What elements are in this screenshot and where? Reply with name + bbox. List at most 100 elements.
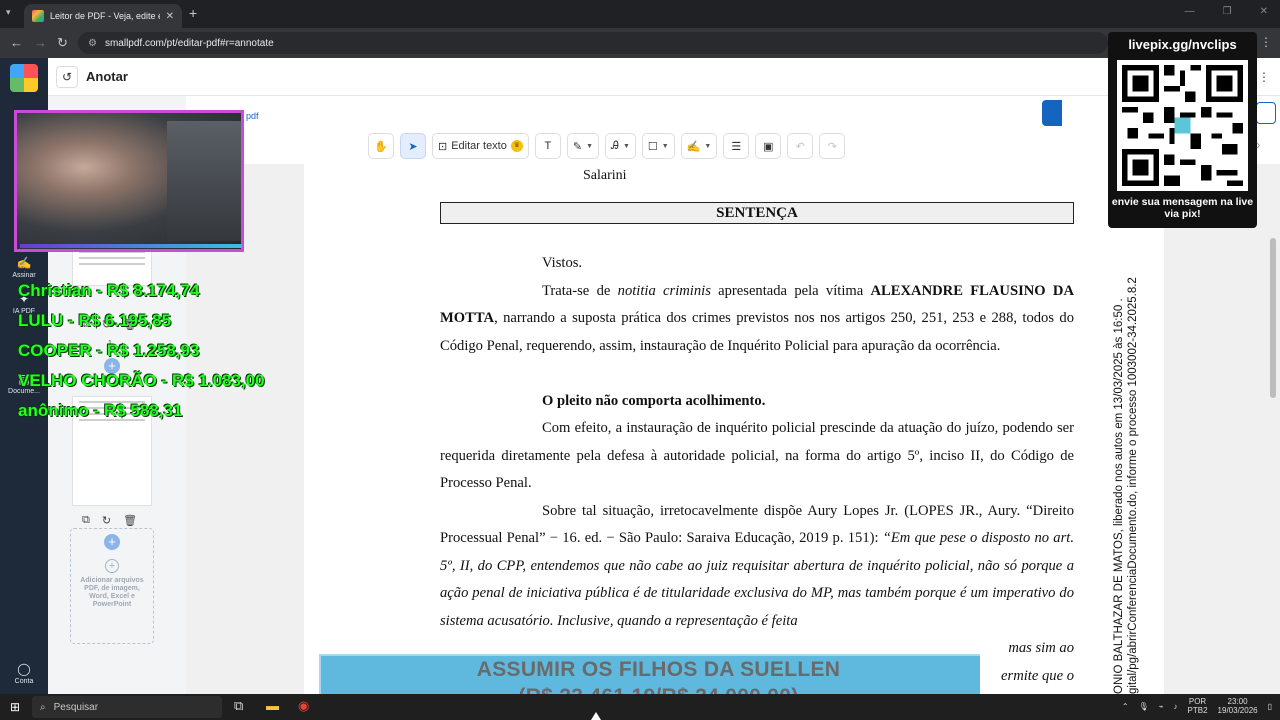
minimize-icon[interactable]: — (1185, 6, 1195, 17)
highlight-tool-button[interactable]: Ꭿ ▼ (605, 133, 636, 159)
tab-search-icon[interactable]: ▾ (6, 7, 11, 18)
search-icon: ⌕ (40, 701, 46, 713)
browser-tabstrip: ▾ Leitor de PDF - Veja, edite e co ✕ + —… (0, 0, 1280, 28)
dropzone-text: Adicionar arquivos PDF, de imagem, Word,… (80, 577, 144, 608)
webcam-monitor (167, 121, 241, 241)
back-icon[interactable]: ← (10, 35, 23, 50)
notification-icon[interactable]: ▯ (1268, 702, 1272, 711)
mic-icon[interactable]: 🎙 (1139, 702, 1149, 711)
tray-chevron-icon[interactable]: ⌃ (1122, 702, 1129, 711)
doc-heading: SENTENÇA (440, 202, 1074, 224)
browser-tab[interactable]: Leitor de PDF - Veja, edite e co ✕ (24, 4, 182, 28)
text-t-icon: T (544, 140, 552, 152)
fill-form-button[interactable]: ☰ (723, 133, 750, 159)
signature-icon: ✍ (16, 256, 32, 270)
network-icon[interactable]: ⌁ (1159, 702, 1164, 711)
windows-start-icon[interactable]: ⊞ (10, 700, 20, 714)
rail-item-account[interactable]: ◯ Conta (0, 662, 48, 685)
smallpdf-logo-icon[interactable] (10, 64, 38, 92)
court-stamp: ONIO BALTHAZAR DE MATOS, liberado nos au… (1112, 240, 1168, 694)
webcam-accent-bar (20, 244, 242, 248)
chevron-down-icon: ▼ (586, 142, 594, 150)
system-tray: ⌃ 🎙 ⌁ ♪ POR PTB2 23:00 19/03/2026 ▯ (1122, 697, 1272, 715)
square-icon: ☐ (647, 140, 658, 153)
donor-item: VELHO CHORÃO - R$ 1.083,00 (18, 371, 265, 390)
crown-icon: ♛ (510, 140, 523, 152)
qr-header: livepix.gg/nvclips (1128, 37, 1237, 52)
shape-tool-button[interactable]: ☐ ▼ (641, 133, 675, 159)
hand-icon: ✋ (374, 140, 388, 153)
share-button[interactable] (1256, 102, 1276, 124)
select-tool-button[interactable]: ➤ (400, 133, 426, 159)
duplicate-icon[interactable]: ⧉ (82, 514, 90, 527)
stamp-line-1: ONIO BALTHAZAR DE MATOS, liberado nos au… (1113, 298, 1125, 694)
hand-tool-button[interactable]: ✋ (368, 133, 394, 159)
pen-icon: ✎ (572, 140, 583, 153)
pen-tool-button[interactable]: ✎ ▼ (566, 133, 600, 159)
stamp-line-2: gital/pg/abrirConferenciaDocumento.do, i… (1127, 277, 1139, 694)
doc-text-salarini: Salarini (583, 168, 627, 183)
text-tool-button[interactable]: T (534, 133, 561, 159)
highlight-text-icon: Ꭿ (611, 139, 619, 152)
chevron-down-icon: ▼ (661, 142, 669, 150)
task-view-icon[interactable]: ⧉ (234, 698, 243, 714)
doc-paragraph-3: Com efeito, a instauração de inquérito p… (440, 420, 1074, 491)
doc-paragraph-2: O pleito não comporta acolhimento. (542, 392, 766, 409)
livepix-qr-overlay: livepix.gg/nvclips envie sua mensagem na… (1108, 32, 1257, 228)
file-explorer-icon[interactable]: ▬ (266, 698, 279, 713)
forward-icon[interactable]: → (34, 35, 47, 50)
file-name-link[interactable]: pdf (246, 111, 259, 121)
window-close-icon[interactable]: ✕ (1260, 6, 1268, 17)
app-header: ↺ Anotar (48, 58, 1280, 96)
rotate-icon[interactable]: ↻ (102, 514, 111, 527)
sign-tool-button[interactable]: ✍ ▼ (680, 133, 718, 159)
url-field[interactable]: ⚙ smallpdf.com/pt/editar-pdf#r=annotate (78, 32, 1108, 54)
goal-title: ASSUMIR OS FILHOS DA SUELLEN (476, 658, 841, 681)
redo-button[interactable]: ↷ (819, 133, 846, 159)
doc-paragraph-4: Sobre tal situação, irretocavelmente dis… (440, 502, 1074, 629)
address-bar: ← → ↻ ⚙ smallpdf.com/pt/editar-pdf#r=ann… (0, 28, 1280, 58)
mouse-cursor-icon (591, 712, 601, 720)
tab-close-icon[interactable]: ✕ (166, 11, 174, 22)
clock[interactable]: 23:00 19/03/2026 (1218, 697, 1258, 715)
smallpdf-favicon-icon (32, 10, 44, 22)
reload-icon[interactable]: ↻ (57, 35, 68, 51)
window-controls: — ❐ ✕ (1185, 6, 1268, 17)
page-title: Anotar (86, 69, 128, 84)
chevron-down-icon: ▼ (622, 142, 630, 150)
pdf-page: Salarini SENTENÇA Vistos. Trata-se de no… (304, 164, 1164, 694)
webcam-overlay (14, 110, 244, 252)
taskbar-search-placeholder: Pesquisar (53, 701, 99, 713)
donor-item: anônimo - R$ 588,31 (18, 401, 183, 420)
windows-taskbar: ⊞ ⌕ Pesquisar ⧉ ▬ ◉ ⌃ 🎙 ⌁ ♪ POR PTB2 23:… (0, 694, 1280, 720)
new-tab-icon[interactable]: + (189, 5, 197, 21)
language-indicator[interactable]: POR PTB2 (1188, 697, 1208, 715)
qr-code-icon (1117, 60, 1248, 191)
trash-icon[interactable]: 🗑 (123, 514, 137, 527)
maximize-icon[interactable]: ❐ (1223, 6, 1232, 17)
cursor-arrow-icon: ➤ (408, 140, 418, 153)
vertical-scrollbar[interactable] (1270, 238, 1276, 398)
form-lines-icon: ☰ (731, 140, 742, 153)
browser-menu-icon[interactable]: ⋮ (1260, 35, 1272, 49)
export-button[interactable] (1042, 100, 1062, 126)
url-text: smallpdf.com/pt/editar-pdf#r=annotate (104, 37, 274, 49)
taskbar-search[interactable]: ⌕ Pesquisar (32, 696, 222, 718)
volume-icon[interactable]: ♪ (1174, 702, 1178, 711)
donor-item: Christian - R$ 8.174,74 (18, 281, 200, 300)
site-info-icon[interactable]: ⚙ (88, 38, 97, 49)
chrome-icon[interactable]: ◉ (298, 698, 309, 714)
rotate-back-icon: ↺ (61, 70, 73, 84)
edit-text-icon: ⊡ (438, 140, 448, 153)
chevron-down-icon: ▼ (704, 142, 712, 150)
undo-button[interactable]: ↶ (787, 133, 814, 159)
add-files-dropzone[interactable]: + Adicionar arquivos PDF, de imagem, Wor… (70, 528, 154, 644)
signature-icon: ✍ (686, 140, 701, 153)
edit-text-button[interactable]: ⊡ Editar texto ♛ (432, 133, 529, 159)
plus-circle-icon: + (105, 559, 119, 573)
donor-list: Christian - R$ 8.174,74 LULU - R$ 6.195,… (18, 276, 265, 426)
annotate-toolbar: ✋ ➤ ⊡ Editar texto ♛ T ✎ ▼ Ꭿ ▼ ☐ ▼ ✍ ▼ ☰ ▣ ↶… (368, 132, 846, 160)
more-icon[interactable]: ⋮ (1258, 70, 1270, 84)
undo-back-button[interactable]: ↺ (56, 66, 78, 88)
image-tool-button[interactable]: ▣ (755, 133, 782, 159)
